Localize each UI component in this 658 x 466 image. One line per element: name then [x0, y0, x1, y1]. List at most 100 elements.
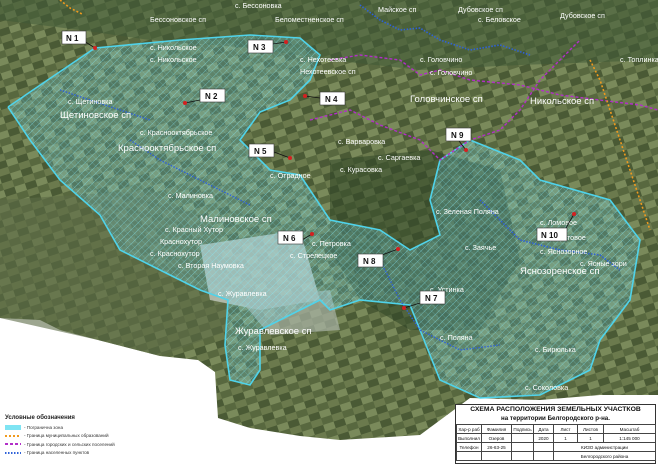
- marker-label: N 4: [325, 95, 338, 104]
- place-label: Беломестненское сп: [275, 15, 344, 24]
- table-cell: КИЗО администрации: [553, 442, 656, 452]
- place-label: с. Красный Хутор: [165, 225, 223, 234]
- legend-item: - Граница населенных пунктов: [5, 449, 150, 458]
- place-label: Дубовское сп: [458, 5, 503, 14]
- legend-swatch: [5, 443, 21, 446]
- place-label: с. Бирюлька: [535, 345, 576, 354]
- place-label: Майское сп: [378, 5, 416, 14]
- marker-label: N 9: [451, 131, 464, 140]
- legend-item: - Граница муниципальных образований: [5, 432, 150, 441]
- place-label: с. Малиновка: [168, 191, 213, 200]
- table-cell: [533, 442, 554, 452]
- legend-label: - Граница муниципальных образований: [24, 433, 109, 439]
- table-cell: Подпись: [511, 424, 534, 434]
- region-label: Щетиновское сп: [60, 110, 131, 121]
- place-label: с. Курасовка: [340, 165, 382, 174]
- marker-label: N 3: [253, 43, 266, 52]
- place-label: с. Беловское: [478, 15, 521, 24]
- place-label: с. Яснозорное: [540, 247, 587, 256]
- place-label: Нехотеевское сп: [300, 67, 356, 76]
- place-label: с. Журавлевка: [218, 289, 267, 298]
- marker-label: N 10: [541, 231, 558, 240]
- table-cell: Выполнил: [456, 433, 482, 443]
- place-label: с. Никольское: [150, 43, 197, 52]
- table-cell: [533, 451, 554, 461]
- table-row: Хар-р раб Фамилия Подпись Дата Лист Лист…: [456, 424, 656, 434]
- place-label: с. Стрелецкое: [290, 251, 337, 260]
- table-cell: Масштаб: [603, 424, 656, 434]
- place-label: с. Головчино: [420, 55, 462, 64]
- place-label: с. Краснооктябрьское: [140, 128, 212, 137]
- table-cell: [511, 433, 534, 443]
- region-label: Никольское сп: [530, 96, 594, 107]
- place-label: с. Журавлевка: [238, 343, 287, 352]
- table-cell: 1: [553, 433, 578, 443]
- legend-item: - Погранична зона: [5, 423, 150, 432]
- legend-label: - Погранична зона: [24, 424, 64, 430]
- table-cell: [511, 451, 534, 461]
- place-label: с. Саргаевка: [378, 153, 420, 162]
- table-cell: Озеров: [481, 433, 512, 443]
- place-label: с. Головчино: [430, 68, 472, 77]
- marker-label: N 2: [205, 92, 218, 101]
- place-label: Краснохутор: [160, 237, 202, 246]
- region-label: Головчинское сп: [410, 94, 483, 105]
- marker-label: N 5: [254, 147, 267, 156]
- place-label: Бессоновское сп: [150, 15, 206, 24]
- table-cell: Листов: [577, 424, 604, 434]
- map-legend: Условные обозначения - Погранична зона -…: [2, 414, 150, 464]
- title-block: СХЕМА РАСПОЛОЖЕНИЯ ЗЕМЕЛЬНЫХ УЧАСТКОВ на…: [455, 404, 656, 464]
- scheme-title: СХЕМА РАСПОЛОЖЕНИЯ ЗЕМЕЛЬНЫХ УЧАСТКОВ: [470, 406, 641, 413]
- place-label: Дубовское сп: [560, 11, 605, 20]
- table-cell: Телефон: [456, 442, 482, 452]
- table-cell: Фамилия: [481, 424, 512, 434]
- marker-label: N 7: [425, 294, 438, 303]
- place-label: с. Соколовка: [525, 383, 568, 392]
- region-label: Краснооктябрьское сп: [118, 143, 216, 154]
- title-block-table: Хар-р раб Фамилия Подпись Дата Лист Лист…: [456, 424, 656, 461]
- place-label: с. Заячье: [465, 243, 496, 252]
- table-cell: 26-63-25: [481, 442, 512, 452]
- legend-label: - Граница населенных пунктов: [24, 450, 90, 456]
- region-label: Журавлевское сп: [235, 326, 312, 337]
- table-cell: Дата: [533, 424, 554, 434]
- place-label: с. Отрадное: [270, 171, 311, 180]
- place-label: с. Нехотеевка: [300, 55, 346, 64]
- legend-swatch: [5, 451, 21, 454]
- place-label: с. Никольское: [150, 55, 197, 64]
- table-row: Белгородского района: [456, 451, 656, 461]
- marker-label: N 8: [363, 257, 376, 266]
- table-cell: Хар-р раб: [456, 424, 482, 434]
- table-cell: [511, 442, 534, 452]
- place-label: с. Варваровка: [338, 137, 385, 146]
- region-label: Малиновское сп: [200, 214, 272, 225]
- place-label: с. Поляна: [440, 333, 473, 342]
- marker-label: N 1: [66, 34, 79, 43]
- table-row: Выполнил Озеров 2020 1 1 1:145 000: [456, 433, 656, 443]
- table-cell: Белгородского района: [553, 451, 656, 461]
- place-label: с. Петровка: [312, 239, 351, 248]
- table-cell: [456, 451, 482, 461]
- place-label: с. Зеленая Поляна: [436, 207, 499, 216]
- table-cell: 1:145 000: [603, 433, 656, 443]
- legend-title: Условные обозначения: [5, 415, 75, 421]
- place-label: с. Краснохутор: [150, 249, 200, 258]
- table-cell: [481, 451, 512, 461]
- place-label: с. Ясные зори: [580, 259, 627, 268]
- map-canvas[interactable]: с. Бессоновка Бессоновское сп Беломестне…: [0, 0, 658, 466]
- place-label: с. Вторая Наумовка: [178, 261, 244, 270]
- legend-label: - Граница городских и сельских поселений: [24, 441, 115, 447]
- table-cell: 2020: [533, 433, 554, 443]
- place-label: с. Щетиновка: [68, 97, 112, 106]
- place-label: с. Ломовое: [540, 218, 577, 227]
- legend-item: - Граница городских и сельских поселений: [5, 440, 150, 449]
- table-row: Телефон 26-63-25 КИЗО администрации: [456, 442, 656, 452]
- scheme-subtitle: на территории Белгородского р-на.: [501, 415, 610, 422]
- place-label: с. Топлинка: [620, 55, 658, 64]
- table-cell: 1: [577, 433, 604, 443]
- table-cell: Лист: [553, 424, 578, 434]
- legend-swatch: [5, 434, 21, 437]
- marker-label: N 6: [283, 234, 296, 243]
- place-label: с. Бессоновка: [235, 1, 282, 10]
- legend-swatch: [5, 424, 21, 430]
